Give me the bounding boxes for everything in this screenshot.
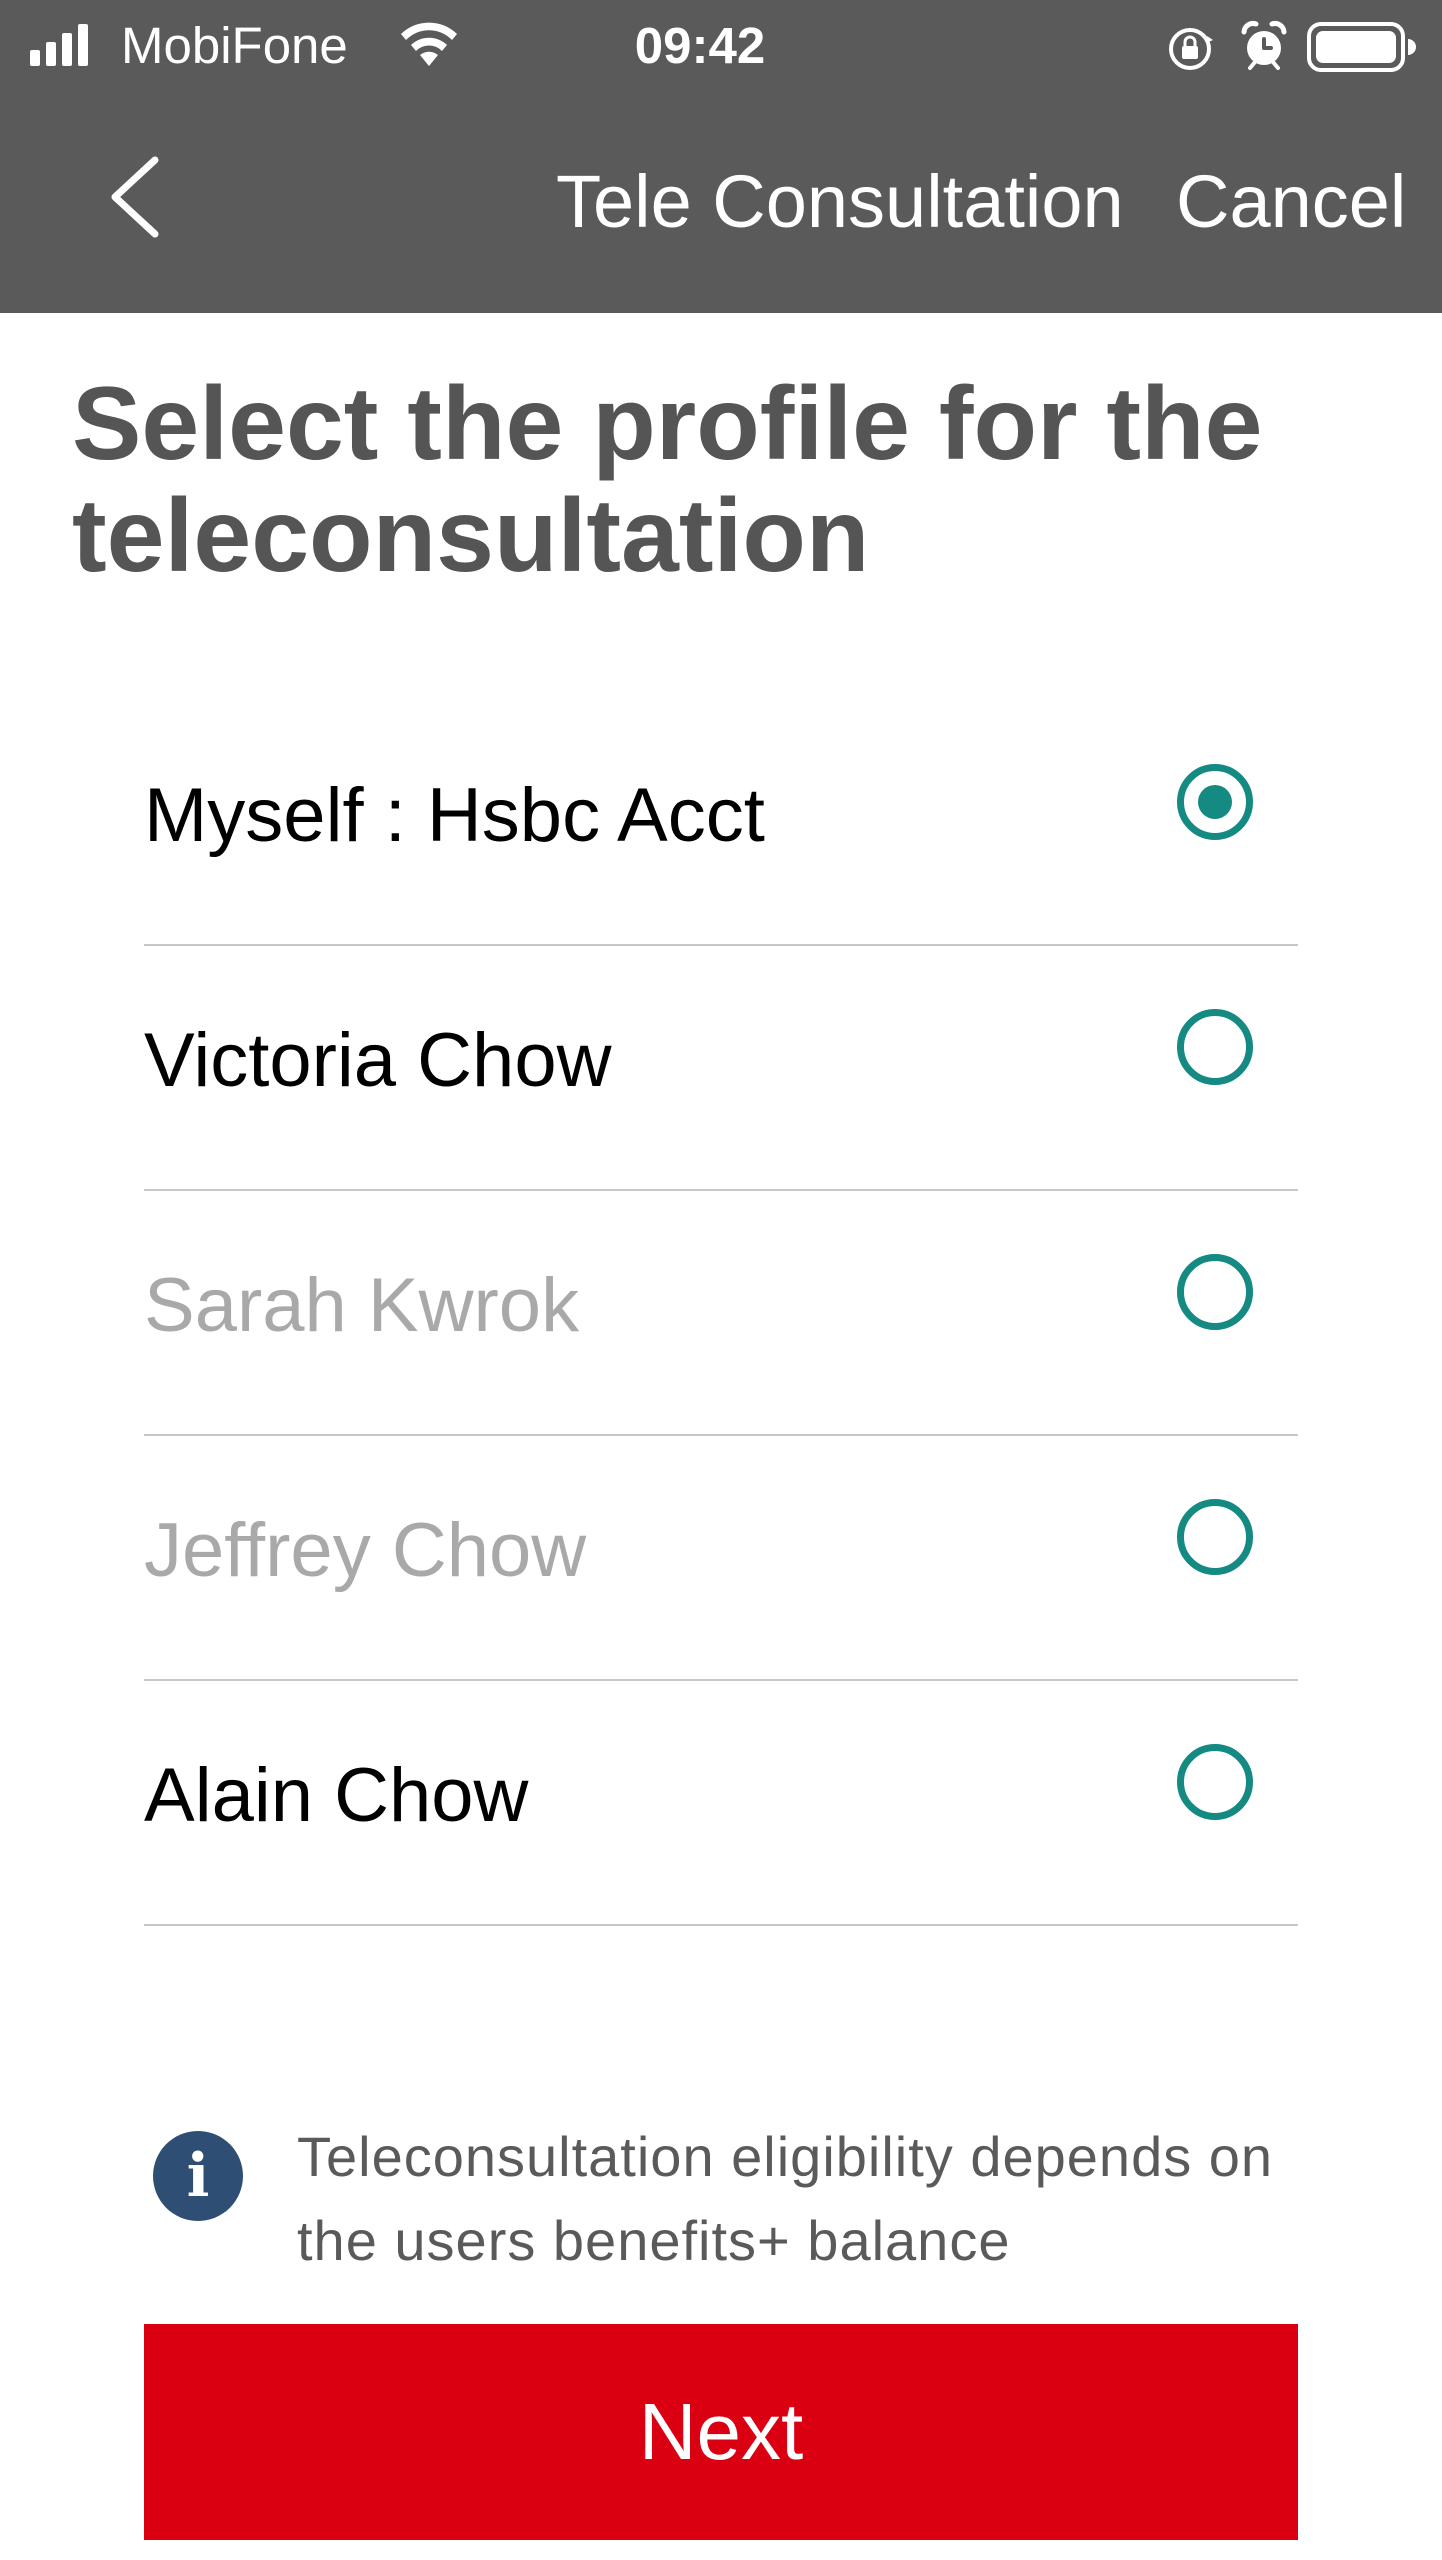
profile-name: Jeffrey Chow — [144, 1508, 587, 1593]
screen-title: Tele Consultation — [556, 160, 1124, 243]
clock: 09:42 — [634, 17, 766, 74]
profile-option[interactable]: Myself : Hsbc Acct — [144, 701, 1298, 946]
page-title: Select the profile for the teleconsultat… — [72, 366, 1263, 594]
navigation-bar: Tele Consultation Cancel — [0, 92, 1442, 313]
profile-option[interactable]: Jeffrey Chow — [144, 1436, 1298, 1681]
info-icon: i — [153, 2131, 243, 2221]
battery-icon — [1307, 22, 1416, 72]
profile-name: Sarah Kwrok — [144, 1263, 580, 1348]
profile-option[interactable]: Alain Chow — [144, 1681, 1298, 1926]
app-header: MobiFone 09:42 Tele Consultation Cancel — [0, 0, 1442, 313]
profile-name: Alain Chow — [144, 1753, 529, 1838]
profile-option[interactable]: Sarah Kwrok — [144, 1191, 1298, 1436]
back-button[interactable] — [95, 152, 175, 242]
alarm-icon — [1241, 21, 1287, 70]
cancel-button[interactable]: Cancel — [1176, 157, 1406, 247]
radio-button-selected[interactable] — [1177, 764, 1253, 840]
chevron-left-icon — [111, 156, 159, 238]
status-bar: MobiFone 09:42 — [0, 0, 1442, 92]
next-button[interactable]: Next — [144, 2324, 1298, 2540]
radio-button[interactable] — [1177, 1254, 1253, 1330]
radio-selected-dot — [1198, 785, 1232, 819]
radio-button[interactable] — [1177, 1009, 1253, 1085]
profile-option[interactable]: Victoria Chow — [144, 946, 1298, 1191]
radio-button[interactable] — [1177, 1499, 1253, 1575]
eligibility-note: Teleconsultation eligibility depends on … — [297, 2125, 1274, 2272]
orientation-lock-icon — [1169, 28, 1213, 70]
profile-name: Victoria Chow — [144, 1018, 612, 1103]
profile-list: Myself : Hsbc Acct Victoria Chow Sarah Kwr… — [144, 701, 1298, 1926]
profile-name: Myself : Hsbc Acct — [144, 773, 765, 858]
radio-button[interactable] — [1177, 1744, 1253, 1820]
